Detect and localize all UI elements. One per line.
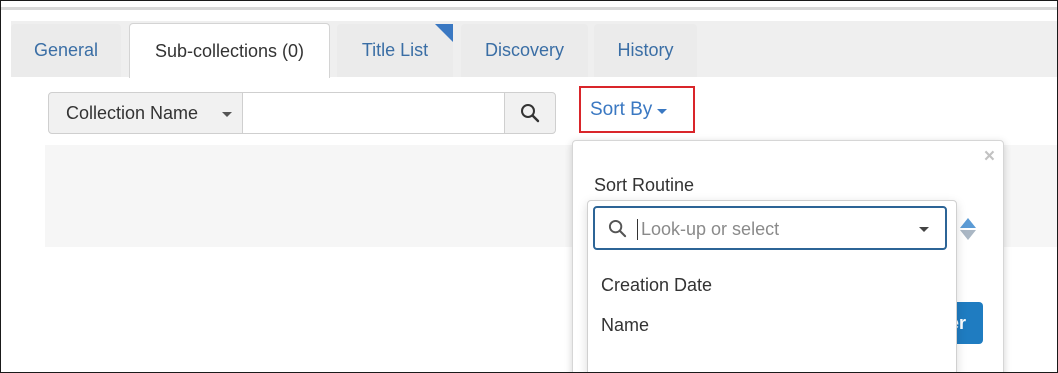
search-icon xyxy=(608,219,627,238)
top-divider xyxy=(1,7,1057,10)
option-name[interactable]: Name xyxy=(601,315,649,336)
tab-general[interactable]: General xyxy=(11,24,121,77)
close-icon[interactable]: × xyxy=(984,146,995,168)
caret-down-icon xyxy=(657,108,668,114)
app-frame: General Sub-collections (0) Title List D… xyxy=(0,0,1058,373)
tab-history[interactable]: History xyxy=(594,24,697,77)
sort-by-button[interactable]: Sort By xyxy=(579,86,695,133)
search-button[interactable] xyxy=(504,92,556,134)
lookup-placeholder: Look-up or select xyxy=(641,219,780,239)
sort-direction-icon[interactable] xyxy=(959,217,977,241)
corner-flag-icon xyxy=(435,24,453,42)
tab-sub-collections[interactable]: Sub-collections (0) xyxy=(129,23,330,78)
sort-routine-dropdown: Look-up or select Creation Date Name xyxy=(587,200,957,372)
chevron-down-icon xyxy=(222,112,232,117)
chevron-down-icon[interactable] xyxy=(919,227,929,232)
lookup-input[interactable]: Look-up or select xyxy=(593,206,947,250)
sort-routine-label: Sort Routine xyxy=(594,175,695,195)
search-icon xyxy=(521,104,540,123)
tab-discovery[interactable]: Discovery xyxy=(461,24,588,77)
tab-bar: General Sub-collections (0) Title List D… xyxy=(11,21,1057,78)
search-field-select[interactable]: Collection Name xyxy=(48,92,243,134)
text-cursor xyxy=(637,219,638,240)
option-creation-date[interactable]: Creation Date xyxy=(601,275,712,296)
search-input[interactable] xyxy=(243,92,505,134)
tab-title-list[interactable]: Title List xyxy=(337,24,453,77)
